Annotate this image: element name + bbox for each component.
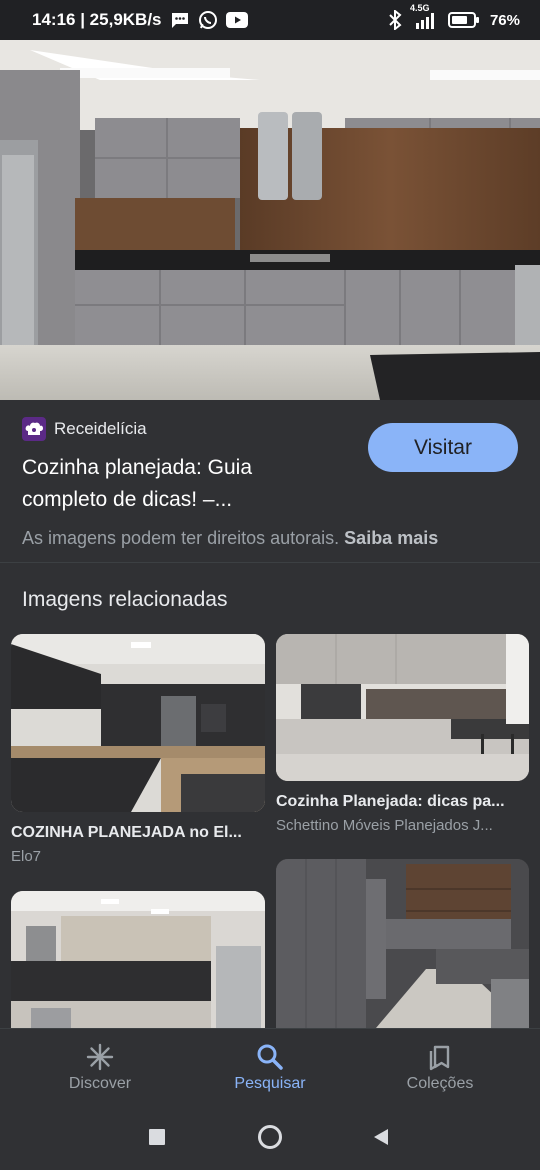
copyright-notice: As imagens podem ter direitos autorais. … [22,528,438,549]
related-images-heading: Imagens relacionadas [22,588,228,611]
system-navigation-bar [0,1106,540,1170]
related-image-1[interactable] [11,634,265,812]
divider [0,562,540,563]
nav-search[interactable]: Pesquisar [180,1029,360,1107]
related-image-3[interactable] [11,891,265,1028]
nav-discover-label: Discover [68,1075,132,1092]
signal-icon: 4.5G [410,3,438,29]
battery-level: 76% [489,11,520,29]
battery-icon [447,11,480,29]
collections-icon [426,1043,454,1071]
back-button[interactable] [366,1124,396,1154]
related-image-2[interactable] [276,634,529,781]
status-bar: 14:16 | 25,9KB/s 4.5G 76% [0,0,540,40]
related-image-1-source: Elo7 [11,848,42,865]
related-image-4[interactable] [276,859,529,1028]
square-icon [148,1128,166,1151]
site-logo-icon [22,417,46,441]
copyright-text: As imagens podem ter direitos autorais. [22,528,340,548]
related-image-2-source: Schettino Móveis Planejados J... [276,817,493,834]
bluetooth-icon [388,10,402,30]
nav-search-label: Pesquisar [234,1075,306,1092]
status-time-speed: 14:16 | 25,9KB/s [32,10,162,29]
whatsapp-icon [198,10,218,30]
home-button[interactable] [255,1124,285,1154]
nav-discover[interactable]: Discover [10,1029,190,1107]
site-name: Receidelícia [54,419,147,438]
nav-collections-label: Coleções [406,1075,474,1092]
site-row[interactable]: Receidelícia [22,417,147,441]
result-title[interactable]: Cozinha planejada: Guia completo de dica… [22,452,342,516]
visit-button[interactable]: Visitar [368,423,518,472]
search-icon [256,1043,284,1071]
related-image-2-title[interactable]: Cozinha Planejada: dicas pa... [276,793,505,811]
triangle-back-icon [372,1128,390,1151]
circle-icon [257,1124,283,1155]
network-type: 4.5G [409,3,430,13]
related-image-1-title[interactable]: COZINHA PLANEJADA no El... [11,824,242,842]
nav-collections[interactable]: Coleções [350,1029,530,1107]
asterisk-icon [86,1043,114,1071]
bottom-navigation: Discover Pesquisar Coleções [0,1028,540,1106]
learn-more-link[interactable]: Saiba mais [344,528,438,548]
recents-button[interactable] [142,1124,172,1154]
hero-image[interactable] [0,40,540,400]
youtube-icon [225,12,248,28]
message-icon [170,11,190,29]
